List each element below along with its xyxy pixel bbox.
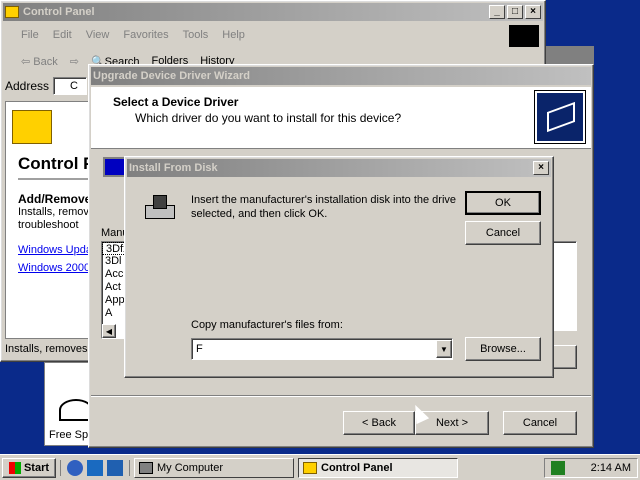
show-desktop-icon[interactable]: [107, 459, 123, 476]
dialog-message: Insert the manufacturer's installation d…: [191, 194, 457, 220]
computer-icon: [139, 461, 153, 474]
close-button[interactable]: ×: [525, 5, 541, 19]
address-input[interactable]: C: [53, 77, 88, 95]
copy-files-label: Copy manufacturer's files from:: [191, 319, 343, 331]
cancel-button-dialog[interactable]: Cancel: [465, 221, 541, 245]
address-label: Address: [5, 79, 50, 93]
background-window-strip: [546, 46, 594, 64]
task-my-computer[interactable]: My Computer: [134, 457, 294, 478]
free-space-label: Free Sp: [49, 429, 89, 441]
ok-button[interactable]: OK: [465, 191, 541, 215]
quick-launch: [60, 459, 130, 476]
dialog-title: Install From Disk: [129, 162, 218, 174]
address-bar: Address C: [5, 75, 95, 97]
install-from-disk-dialog: Install From Disk × Insert the manufactu…: [124, 156, 554, 378]
path-combobox[interactable]: F ▼: [191, 338, 453, 360]
clock[interactable]: 2:14 AM: [591, 462, 631, 474]
left-pane: Control P Add/Remove Installs, remov tro…: [5, 101, 95, 339]
menu-help[interactable]: Help: [222, 29, 245, 41]
section-desc-1: Installs, remov: [18, 206, 89, 218]
menu-file[interactable]: File: [21, 29, 39, 41]
windows-logo-icon: [509, 25, 539, 47]
wizard-titlebar[interactable]: Upgrade Device Driver Wizard: [91, 67, 591, 85]
back-button[interactable]: ⇦ Back: [21, 55, 58, 68]
start-button[interactable]: Start: [2, 457, 56, 478]
network-icon[interactable]: [551, 460, 565, 475]
wizard-heading: Select a Device Driver: [113, 95, 239, 109]
windows-flag-icon: [8, 461, 21, 474]
taskbar: Start My Computer Control Panel 2:14 AM: [0, 454, 640, 480]
task-control-panel[interactable]: Control Panel: [298, 457, 458, 478]
section-desc-2: troubleshoot: [18, 219, 79, 231]
floppy-drive-icon: [145, 195, 175, 221]
panel-heading: Control P: [18, 154, 95, 173]
section-title: Add/Remove: [18, 192, 92, 206]
outlook-icon[interactable]: [87, 459, 103, 476]
forward-button[interactable]: ⇨: [70, 55, 79, 68]
menu-favorites[interactable]: Favorites: [123, 29, 168, 41]
my-computer-window: Free Sp: [44, 362, 94, 446]
system-tray: 2:14 AM: [544, 457, 638, 478]
dialog-close-button[interactable]: ×: [533, 161, 549, 175]
wizard-separator: [91, 395, 591, 397]
minimize-button[interactable]: _: [489, 5, 505, 19]
status-bar: Installs, removes: [5, 343, 88, 355]
menu-view[interactable]: View: [86, 29, 110, 41]
scroll-left-button[interactable]: ◀: [102, 324, 116, 338]
ie-icon[interactable]: [67, 459, 83, 476]
hardware-wizard-icon: [534, 90, 586, 144]
control-panel-title: Control Panel: [23, 6, 95, 18]
browse-button[interactable]: Browse...: [465, 337, 541, 361]
control-panel-task-icon: [303, 461, 317, 474]
menu-tools[interactable]: Tools: [183, 29, 209, 41]
control-panel-icon: [5, 6, 19, 18]
wizard-header: Select a Device Driver Which driver do y…: [91, 87, 591, 149]
back-button-wizard[interactable]: < Back: [343, 411, 415, 435]
link-windows-update[interactable]: Windows Upda: [18, 244, 92, 256]
divider: [18, 178, 92, 180]
menu-edit[interactable]: Edit: [53, 29, 72, 41]
menu-bar: File Edit View Favorites Tools Help: [1, 23, 541, 47]
link-windows-2000[interactable]: Windows 2000: [18, 262, 90, 274]
chevron-down-icon[interactable]: ▼: [436, 340, 452, 358]
dialog-titlebar[interactable]: Install From Disk ×: [127, 159, 551, 177]
control-panel-titlebar[interactable]: Control Panel _ □ ×: [3, 3, 543, 21]
path-value[interactable]: F: [196, 343, 436, 355]
cancel-button-wizard[interactable]: Cancel: [503, 411, 577, 435]
control-panel-large-icon: [12, 110, 52, 144]
maximize-button[interactable]: □: [507, 5, 523, 19]
wizard-title: Upgrade Device Driver Wizard: [93, 70, 251, 82]
wizard-subheading: Which driver do you want to install for …: [135, 111, 402, 125]
